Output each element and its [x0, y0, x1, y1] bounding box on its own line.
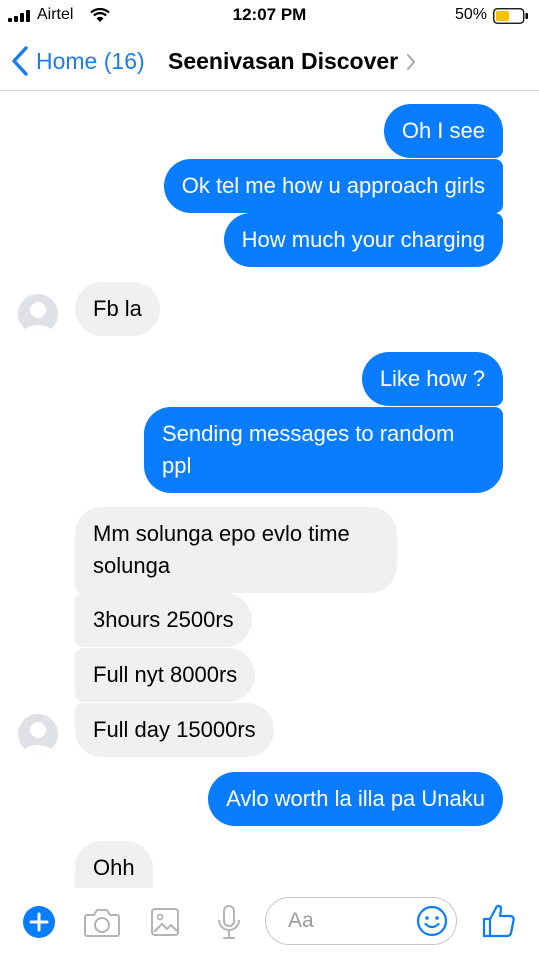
- contact-name-button[interactable]: Seenivasan Discover: [168, 48, 416, 75]
- default-avatar-icon: [18, 294, 58, 334]
- contact-name: Seenivasan Discover: [168, 48, 399, 74]
- microphone-icon[interactable]: [215, 904, 243, 942]
- outgoing-message[interactable]: Avlo worth la illa pa Unaku: [208, 772, 503, 826]
- messenger-screen: Airtel 12:07 PM 50% Home (16) Seenivasan…: [0, 0, 539, 960]
- outgoing-message[interactable]: Oh I see: [383, 104, 503, 158]
- back-button-label: Home (16): [36, 47, 145, 74]
- outgoing-message[interactable]: How much your charging: [223, 213, 503, 267]
- battery-percent: 50%: [454, 6, 487, 23]
- conversation-header: Home (16) Seenivasan Discover: [0, 32, 539, 91]
- outgoing-message[interactable]: Like how ?: [361, 352, 503, 406]
- emoji-icon[interactable]: [416, 905, 448, 937]
- back-button[interactable]: Home (16): [10, 44, 145, 78]
- default-avatar-icon: [18, 714, 58, 754]
- incoming-message[interactable]: 3hours 2500rs: [75, 593, 252, 647]
- status-bar: Airtel 12:07 PM 50%: [0, 0, 539, 32]
- camera-icon[interactable]: [83, 906, 121, 938]
- chevron-left-icon: [12, 46, 28, 76]
- incoming-message[interactable]: Full nyt 8000rs: [75, 648, 256, 702]
- battery-icon: [493, 8, 528, 24]
- composer-toolbar: Aa: [0, 888, 539, 960]
- message-input-placeholder: Aa: [288, 909, 314, 932]
- thumbs-up-icon[interactable]: [482, 903, 516, 939]
- plus-icon[interactable]: [22, 905, 56, 939]
- contact-avatar[interactable]: [18, 714, 58, 754]
- incoming-message[interactable]: Ohh: [75, 841, 153, 895]
- incoming-message[interactable]: Full day 15000rs: [75, 703, 274, 757]
- outgoing-message[interactable]: Ok tel me how u approach girls: [163, 159, 503, 213]
- chevron-right-icon: [407, 53, 416, 70]
- contact-avatar[interactable]: [18, 294, 58, 334]
- image-icon[interactable]: [150, 906, 180, 938]
- outgoing-message[interactable]: Sending messages to random ppl: [144, 407, 503, 493]
- message-input[interactable]: Aa: [265, 897, 457, 945]
- incoming-message[interactable]: Fb la: [75, 282, 160, 336]
- incoming-message[interactable]: Mm solunga epo evlo time solunga: [75, 507, 397, 593]
